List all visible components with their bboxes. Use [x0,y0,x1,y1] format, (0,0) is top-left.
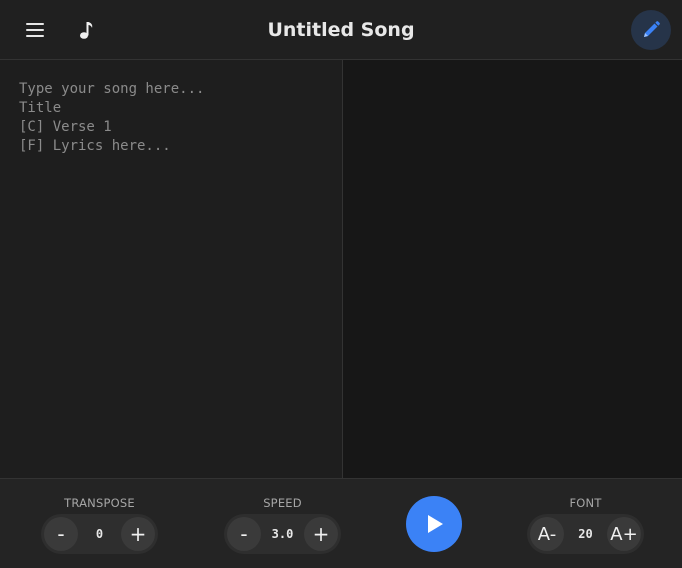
transpose-up-button[interactable]: + [121,517,155,551]
hamburger-menu-icon [26,23,44,37]
speed-stepper: - 3.0 + [224,514,341,554]
menu-button[interactable] [15,10,55,50]
speed-up-button[interactable]: + [304,517,338,551]
song-editor-textarea[interactable] [0,60,342,478]
transpose-label: TRANSPOSE [64,496,135,510]
speed-down-button[interactable]: - [227,517,261,551]
transpose-value: 0 [95,527,104,541]
transpose-stepper: - 0 + [41,514,158,554]
song-title[interactable]: Untitled Song [267,19,414,41]
edit-mode-button[interactable] [631,10,671,50]
font-stepper: A- 20 A+ [527,514,644,554]
workspace [0,60,682,478]
preview-panel[interactable] [343,60,682,478]
speed-control: SPEED - 3.0 + [224,479,341,568]
speed-label: SPEED [263,496,302,510]
play-button[interactable] [406,496,462,552]
transpose-control: TRANSPOSE - 0 + [41,479,158,568]
font-size-value: 20 [578,527,593,541]
bottom-controls: TRANSPOSE - 0 + SPEED - 3.0 + FONT A- 20… [0,478,682,568]
play-icon [428,515,443,533]
editor-panel [0,60,343,478]
app-root: Untitled Song TRANSPOSE - 0 + SPEED [0,0,682,568]
font-decrease-button[interactable]: A- [530,517,564,551]
transpose-down-button[interactable]: - [44,517,78,551]
font-label: FONT [569,496,602,510]
font-control: FONT A- 20 A+ [527,479,644,568]
font-increase-button[interactable]: A+ [607,517,641,551]
speed-value: 3.0 [271,527,294,541]
song-library-button[interactable] [67,10,107,50]
top-bar: Untitled Song [0,0,682,60]
pencil-icon [644,21,660,37]
music-note-icon [80,22,93,39]
